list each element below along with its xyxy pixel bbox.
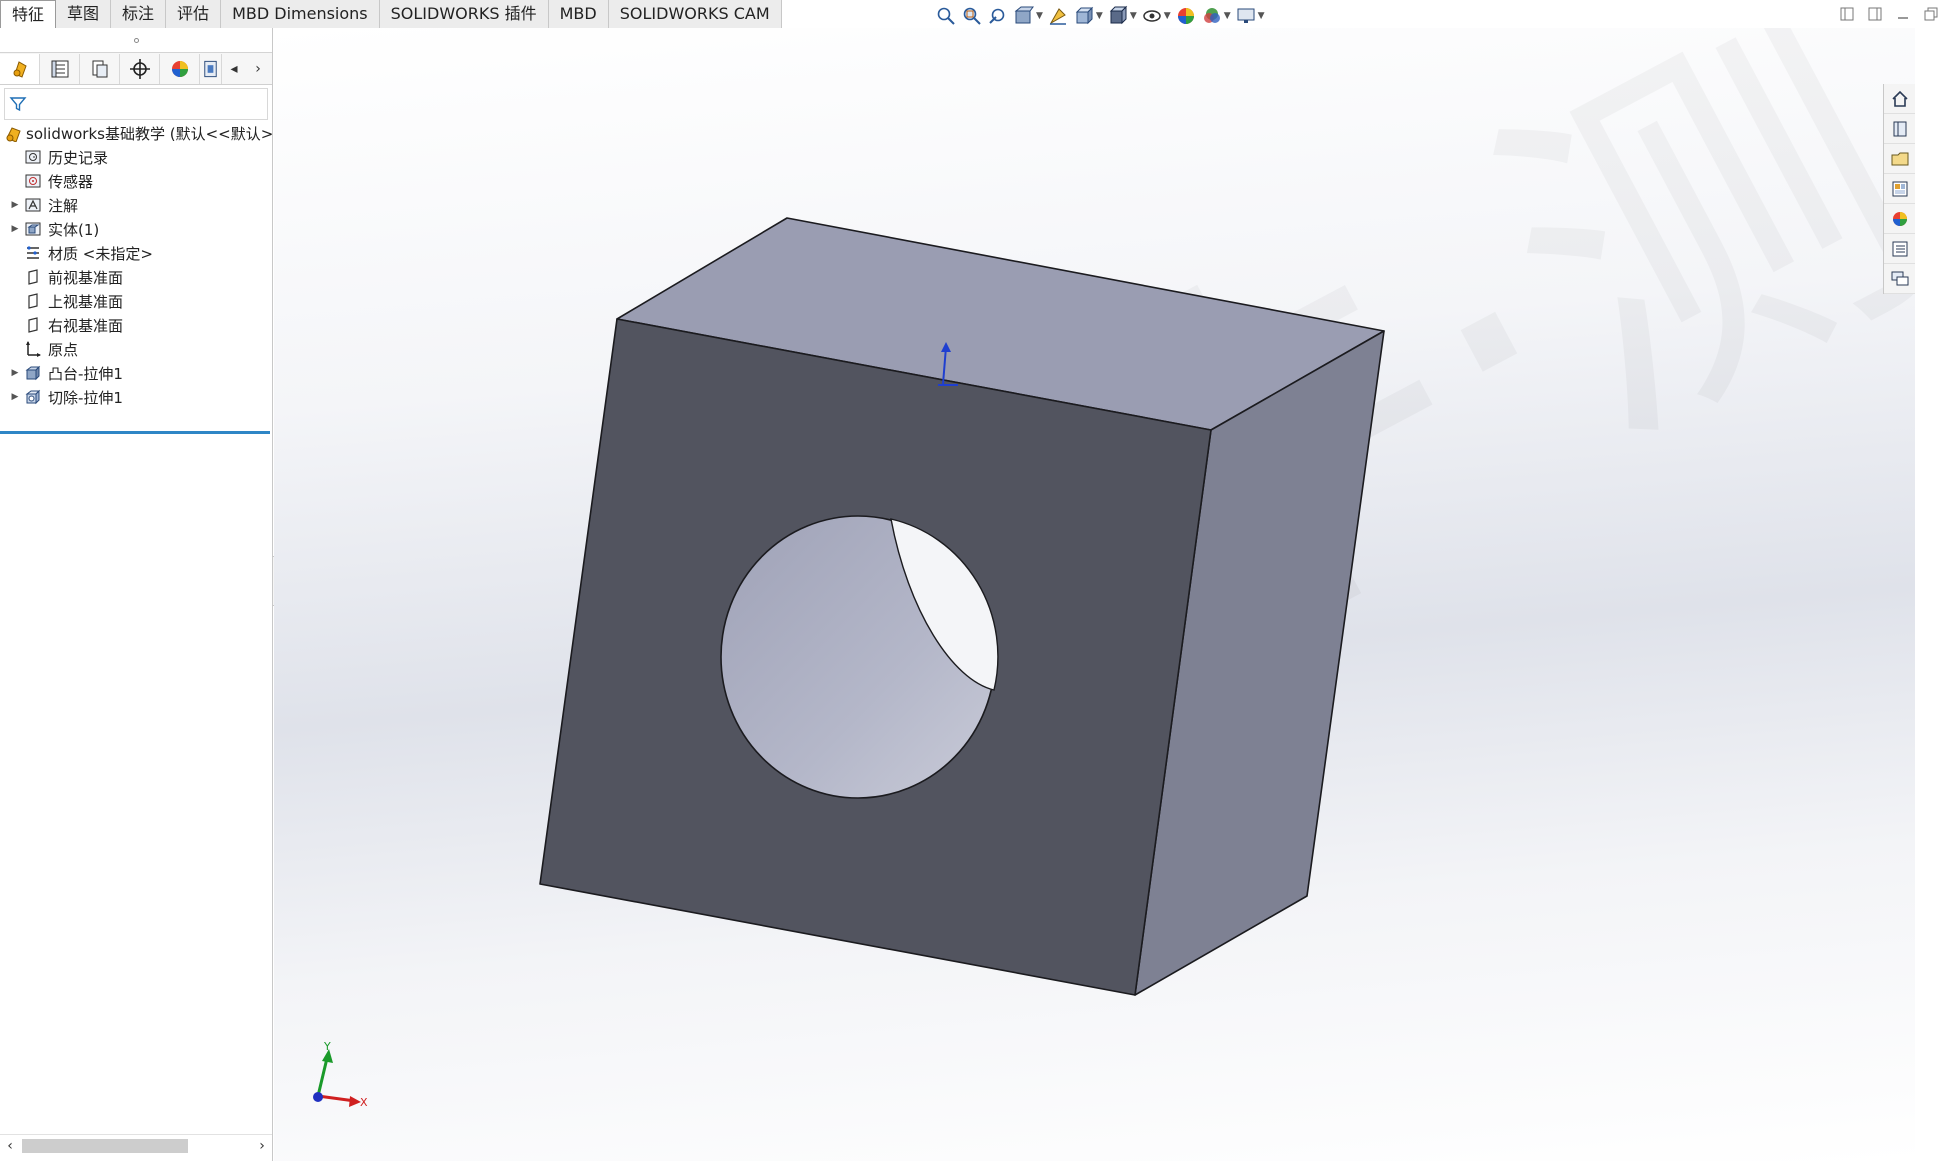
plane-icon <box>22 291 44 311</box>
tab-6[interactable]: MBD <box>548 0 609 28</box>
origin-icon <box>22 339 44 359</box>
rollback-bar[interactable] <box>0 431 270 434</box>
tree-item[interactable]: 历史记录 <box>0 145 272 169</box>
feature-manager-panel: ◂ › solidworks基础教学 (默认<<默认> 历史记录 传感器 ▶ 注解 ▶ 实体(… <box>0 28 273 1161</box>
tree-item[interactable]: 材质 <未指定> <box>0 241 272 265</box>
scroll-thumb[interactable] <box>22 1138 188 1153</box>
property-manager-icon[interactable] <box>40 53 80 84</box>
display-style-icon[interactable]: ▼ <box>1107 5 1137 27</box>
filter-icon <box>9 97 27 112</box>
tile-right-icon[interactable] <box>1865 4 1885 24</box>
tree-item-label: 材质 <未指定> <box>48 244 153 263</box>
plane-icon <box>22 315 44 335</box>
plane-icon <box>22 267 44 287</box>
panel-grip[interactable] <box>0 28 272 53</box>
view-palette-icon[interactable] <box>1884 174 1915 204</box>
triad-y-label: Y <box>323 1040 331 1053</box>
feature-manager-icon[interactable] <box>0 53 40 84</box>
file-explorer-icon[interactable] <box>1884 144 1915 174</box>
tree-item[interactable]: 原点 <box>0 337 272 361</box>
part-icon <box>4 123 22 143</box>
sensor-icon <box>22 171 44 191</box>
previous-view-icon[interactable] <box>987 5 1009 27</box>
tree-item-label: 上视基准面 <box>48 292 124 311</box>
view-settings-icon[interactable]: ▼ <box>1235 5 1265 27</box>
tree-item[interactable]: 右视基准面 <box>0 313 272 337</box>
cam-manager-icon[interactable] <box>200 53 222 84</box>
triad-x-label: X <box>360 1096 368 1109</box>
tab-2[interactable]: 标注 <box>111 0 167 28</box>
minimize-icon[interactable] <box>1893 4 1913 24</box>
tree-item-label: 实体(1) <box>48 220 100 239</box>
tile-left-icon[interactable] <box>1837 4 1857 24</box>
tab-7[interactable]: SOLIDWORKS CAM <box>608 0 782 28</box>
tab-4[interactable]: MBD Dimensions <box>221 0 380 28</box>
zoom-to-fit-icon[interactable] <box>935 5 957 27</box>
annotation-icon <box>22 195 44 215</box>
tree-item[interactable]: ▶ 凸台-拉伸1 <box>0 361 272 385</box>
home-icon[interactable] <box>1884 84 1915 114</box>
tree-item[interactable]: ▶ 切除-拉伸1 <box>0 385 272 409</box>
heads-up-view-toolbar: ▼ ▼ ▼ ▼ ▼ ▼ <box>935 4 1265 28</box>
tree-item-label: solidworks基础教学 (默认<<默认> <box>26 124 272 143</box>
tree-item-label: 历史记录 <box>48 148 109 167</box>
tree-item[interactable]: 传感器 <box>0 169 272 193</box>
scroll-right-icon[interactable]: › <box>252 1138 272 1154</box>
restore-icon[interactable] <box>1921 4 1941 24</box>
scroll-left-icon[interactable]: ‹ <box>0 1138 20 1154</box>
expand-arrow-icon[interactable]: ▶ <box>8 200 22 210</box>
tab-1[interactable]: 草图 <box>56 0 112 28</box>
graphics-viewport[interactable]: 大·牛·测·绘 Y X <box>274 28 1915 1161</box>
zoom-to-area-icon[interactable] <box>961 5 983 27</box>
apply-scene-icon[interactable]: ▼ <box>1201 5 1231 27</box>
tree-item[interactable]: ▶ 实体(1) <box>0 217 272 241</box>
feature-tree: solidworks基础教学 (默认<<默认> 历史记录传感器 ▶ 注解 ▶ 实体(1) 材… <box>0 121 272 409</box>
expand-arrow-icon[interactable]: ▶ <box>8 368 22 378</box>
configuration-manager-icon[interactable] <box>80 53 120 84</box>
tree-item-label: 切除-拉伸1 <box>48 388 123 407</box>
appearances-icon[interactable] <box>1884 204 1915 234</box>
boss-extrude-icon <box>22 363 44 383</box>
hide-show-icon[interactable]: ▼ <box>1141 5 1171 27</box>
model-scene: 大·牛·测·绘 Y X <box>313 217 1385 1109</box>
tab-3[interactable]: 评估 <box>166 0 222 28</box>
dimxpert-icon[interactable] <box>120 53 160 84</box>
tree-item-label: 前视基准面 <box>48 268 124 287</box>
manager-tabs: ◂ › <box>0 53 272 85</box>
view-orientation-icon[interactable]: ▼ <box>1073 5 1103 27</box>
design-library-icon[interactable] <box>1884 114 1915 144</box>
display-manager-icon[interactable] <box>160 53 200 84</box>
tree-item[interactable]: 前视基准面 <box>0 265 272 289</box>
tree-item[interactable]: solidworks基础教学 (默认<<默认> <box>0 121 272 145</box>
tree-item-label: 凸台-拉伸1 <box>48 364 123 383</box>
tree-item[interactable]: 上视基准面 <box>0 289 272 313</box>
tree-item-label: 原点 <box>48 340 79 359</box>
expand-arrow-icon[interactable]: ▶ <box>8 224 22 234</box>
section-view-icon[interactable]: ▼ <box>1013 5 1043 27</box>
view-triad: Y X <box>313 1040 368 1109</box>
window-controls <box>1837 4 1949 24</box>
dynamic-annotation-icon[interactable] <box>1047 5 1069 27</box>
tree-filter[interactable] <box>4 88 268 120</box>
solid-body-icon <box>22 219 44 239</box>
tab-5[interactable]: SOLIDWORKS 插件 <box>379 0 549 28</box>
forum-icon[interactable] <box>1884 264 1915 294</box>
scroll-tabs-right-icon[interactable]: › <box>246 54 270 84</box>
cut-extrude-icon <box>22 387 44 407</box>
expand-arrow-icon[interactable]: ▶ <box>8 392 22 402</box>
tab-0[interactable]: 特征 <box>0 0 57 28</box>
tree-item-label: 注解 <box>48 196 79 215</box>
tree-item-label: 传感器 <box>48 172 94 191</box>
tree-item-label: 右视基准面 <box>48 316 124 335</box>
tree-horizontal-scrollbar[interactable]: ‹ › <box>0 1134 272 1156</box>
task-pane <box>1883 84 1915 294</box>
scroll-tabs-left-icon[interactable]: ◂ <box>222 54 246 84</box>
command-manager-tabs: 特征 草图 标注 评估 MBD Dimensions SOLIDWORKS 插件 MBD SO… <box>0 0 782 28</box>
custom-properties-icon[interactable] <box>1884 234 1915 264</box>
material-icon <box>22 243 44 263</box>
edit-appearance-icon[interactable] <box>1175 5 1197 27</box>
history-icon <box>22 147 44 167</box>
tree-item[interactable]: ▶ 注解 <box>0 193 272 217</box>
